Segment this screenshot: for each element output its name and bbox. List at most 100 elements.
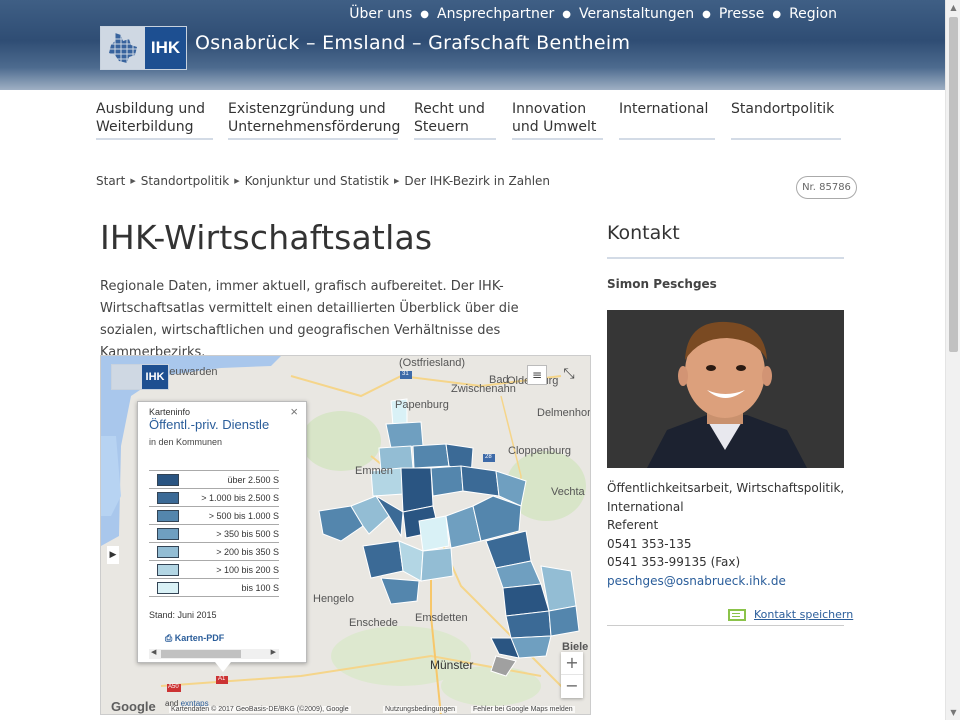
main-navigation: Ausbildung und Weiterbildung Existenzgrü…	[96, 100, 841, 140]
legend-scroll-thumb[interactable]	[161, 650, 241, 658]
report-error-link[interactable]: Fehler bei Google Maps melden	[471, 706, 575, 713]
divider	[607, 257, 844, 259]
topnav-ueber-uns[interactable]: Über uns	[349, 6, 412, 24]
legend-label: > 350 bis 500 S	[216, 529, 279, 539]
contact-heading: Kontakt	[607, 222, 680, 244]
scroll-left-icon[interactable]: ◀	[151, 648, 156, 656]
topnav-separator: ●	[420, 9, 429, 20]
topnav-ansprechpartner[interactable]: Ansprechpartner	[437, 6, 554, 24]
map-pdf-link[interactable]: ⎙ Karten-PDF	[165, 633, 224, 644]
legend-swatch	[157, 582, 179, 594]
save-contact-link[interactable]: Kontakt speichern	[728, 608, 853, 621]
breadcrumb-konjunktur[interactable]: Konjunktur und Statistik	[245, 174, 389, 188]
legend-label: > 100 bis 200 S	[216, 565, 279, 575]
contact-fax: 0541 353-99135 (Fax)	[607, 555, 741, 569]
economic-atlas-map[interactable]: Leeuwarden (Ostfriesland) Bad Zwischenah…	[100, 355, 591, 715]
nav-label-line1: International	[619, 101, 709, 117]
nav-label-line2	[619, 118, 715, 136]
scroll-down-icon[interactable]: ▼	[946, 705, 960, 720]
map-place-label: Emsdetten	[415, 612, 468, 624]
legend-label: bis 100 S	[241, 583, 279, 593]
intro-text: Regionale Daten, immer aktuell, grafisch…	[100, 279, 519, 360]
nav-innovation-umwelt[interactable]: Innovation und Umwelt	[512, 100, 603, 140]
legend-row: > 1.000 bis 2.500 S	[149, 489, 279, 507]
breadcrumb-current: Der IHK-Bezirk in Zahlen	[404, 174, 551, 188]
nav-label-line1: Existenzgründung und	[228, 101, 386, 117]
zoom-out-icon[interactable]: −	[561, 675, 583, 698]
scroll-up-icon[interactable]: ▲	[946, 0, 960, 15]
region-map-icon	[101, 27, 145, 69]
road-number-label: 31	[402, 371, 409, 377]
map-place-label: Papenburg	[395, 399, 449, 411]
nav-label-line2	[731, 118, 841, 136]
legend-label: über 2.500 S	[227, 475, 279, 485]
legend-swatch	[157, 546, 179, 558]
info-title: Öffentl.-priv. Dienstle	[149, 417, 270, 432]
menu-icon[interactable]: ≡	[527, 365, 547, 385]
google-logo: Google	[111, 699, 156, 714]
road-number-label: A1	[218, 676, 226, 682]
breadcrumb-arrow-icon: ▶	[234, 177, 240, 185]
logo-text: IHK	[145, 27, 186, 69]
map-attribution: Google and exntaps Kartendaten © 2017 Ge…	[101, 699, 590, 714]
nav-existenzgruendung[interactable]: Existenzgründung und Unternehmensförderu…	[228, 100, 400, 140]
page-scrollbar[interactable]: ▲ ▼	[945, 0, 960, 720]
site-title[interactable]: Osnabrück – Emsland – Grafschaft Benthei…	[195, 32, 630, 54]
legend-label: > 200 bis 350 S	[216, 547, 279, 557]
contact-phone: 0541 353-135	[607, 536, 692, 551]
legend-row: > 500 bis 1.000 S	[149, 507, 279, 525]
nav-label-line2: Steuern	[414, 119, 469, 135]
fullscreen-icon[interactable]: ⤡	[556, 365, 582, 385]
topnav-region[interactable]: Region	[789, 6, 837, 24]
nav-label-line1: Ausbildung und	[96, 101, 206, 117]
legend-swatch	[157, 528, 179, 540]
nav-recht-steuern[interactable]: Recht und Steuern	[414, 100, 496, 140]
topnav-veranstaltungen[interactable]: Veranstaltungen	[579, 6, 694, 24]
breadcrumb-standortpolitik[interactable]: Standortpolitik	[141, 174, 230, 188]
map-place-label: Vechta	[551, 486, 585, 498]
nav-ausbildung[interactable]: Ausbildung und Weiterbildung	[96, 100, 213, 140]
breadcrumb-arrow-icon: ▶	[130, 177, 136, 185]
nav-label-line1: Standortpolitik	[731, 101, 835, 117]
legend-swatch	[157, 564, 179, 576]
vcard-icon	[728, 608, 746, 621]
map-ihk-logo: IHK	[111, 364, 169, 390]
site-header: Über uns ● Ansprechpartner ● Veranstaltu…	[0, 0, 945, 90]
print-icon: ⎙	[165, 633, 175, 643]
contact-name: Simon Peschges	[607, 277, 717, 291]
info-kicker: Karteninfo	[149, 407, 191, 417]
topnav-separator: ●	[772, 9, 782, 20]
map-logo-text: IHK	[142, 365, 168, 389]
contact-details: Öffentlichkeitsarbeit, Wirtschaftspoliti…	[607, 479, 847, 590]
map-info-panel: Karteninfo × Öffentl.-priv. Dienstle in …	[137, 401, 307, 663]
map-place-label: Emmen	[355, 465, 393, 477]
attribution-data: Kartendaten © 2017 GeoBasis-DE/BKG (©200…	[169, 706, 351, 713]
topnav-separator: ●	[562, 9, 571, 20]
terms-link[interactable]: Nutzungsbedingungen	[383, 706, 458, 713]
map-legend: über 2.500 S > 1.000 bis 2.500 S > 500 b…	[149, 470, 279, 597]
scrollbar-thumb[interactable]	[949, 17, 958, 352]
breadcrumb: Start ▶ Standortpolitik ▶ Konjunktur und…	[96, 174, 550, 188]
zoom-in-icon[interactable]: +	[561, 652, 583, 675]
contact-email-link[interactable]: peschges@osnabrueck.ihk.de	[607, 572, 847, 591]
map-place-label: Cloppenburg	[508, 445, 571, 457]
nav-international[interactable]: International	[619, 100, 715, 140]
map-place-label: Hengelo	[313, 593, 354, 605]
pdf-link-label: Karten-PDF	[174, 633, 225, 643]
legend-row: über 2.500 S	[149, 471, 279, 489]
scroll-right-icon[interactable]: ▶	[271, 648, 276, 656]
nav-standortpolitik[interactable]: Standortpolitik	[731, 100, 841, 140]
topnav-presse[interactable]: Presse	[719, 6, 764, 24]
legend-row: > 100 bis 200 S	[149, 561, 279, 579]
map-place-label: (Ostfriesland)	[399, 357, 466, 369]
data-date: Stand: Juni 2015	[149, 610, 217, 620]
legend-scrollbar[interactable]: ◀ ▶	[149, 649, 279, 659]
panel-toggle-icon[interactable]: ▶	[107, 546, 119, 564]
breadcrumb-start[interactable]: Start	[96, 174, 125, 188]
info-subtitle: in den Kommunen	[149, 437, 223, 447]
nav-label-line1: Recht und	[414, 101, 485, 117]
map-place-label: Delmenhorst	[537, 407, 591, 419]
ihk-logo[interactable]: IHK	[100, 26, 187, 70]
save-contact-label: Kontakt speichern	[754, 608, 854, 621]
breadcrumb-arrow-icon: ▶	[393, 177, 400, 185]
